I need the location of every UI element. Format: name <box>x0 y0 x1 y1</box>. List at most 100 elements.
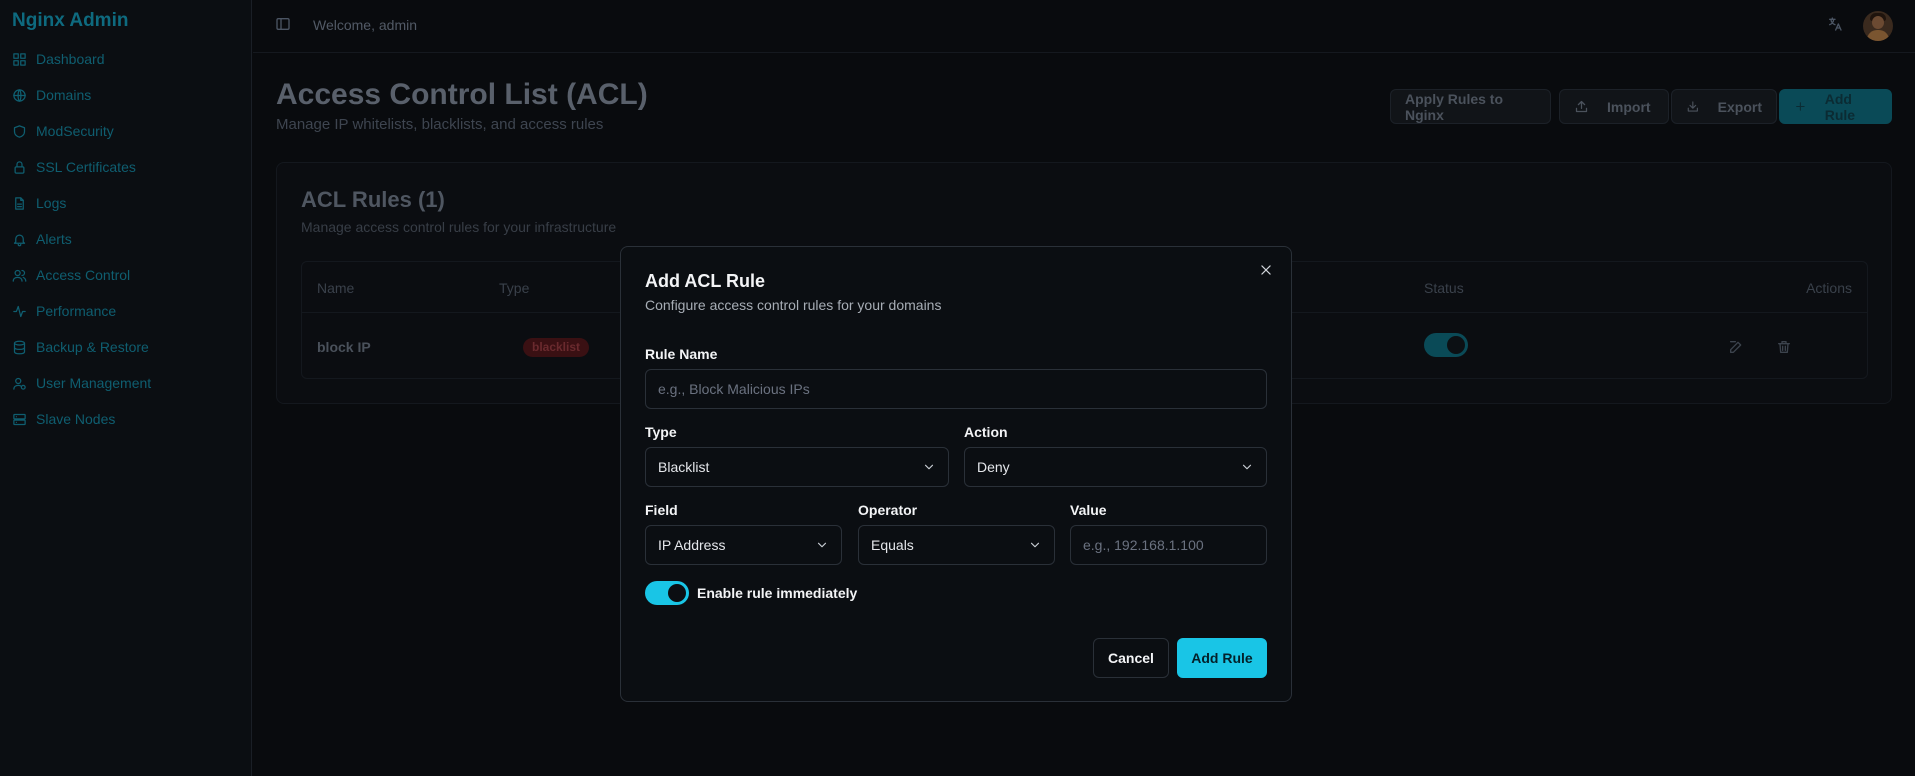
trash-icon <box>1778 341 1790 353</box>
value-input[interactable] <box>1070 525 1267 565</box>
field-select[interactable]: IP Address <box>645 525 842 565</box>
column-header-status: Status <box>1424 280 1464 296</box>
bell-icon <box>13 234 26 246</box>
dialog-title: Add ACL Rule <box>645 271 765 291</box>
column-header-type: Type <box>499 280 530 296</box>
type-label: Type <box>645 424 677 440</box>
globe-icon <box>13 88 26 102</box>
upload-icon <box>1575 100 1588 113</box>
field-label: Field <box>645 502 678 518</box>
sidebar-item-dashboard[interactable]: Dashboard <box>0 41 252 77</box>
card-title: ACL Rules (1) <box>301 187 445 212</box>
user-avatar[interactable] <box>1863 11 1893 41</box>
submit-label: Add Rule <box>1191 650 1253 666</box>
users-icon <box>12 269 27 282</box>
sidebar-nav: Dashboard Domains ModSecurity SSL Certif… <box>0 41 252 437</box>
top-header: Welcome, admin <box>253 0 1915 53</box>
add-rule-label: Add Rule <box>1824 90 1856 123</box>
shield-icon <box>13 124 26 138</box>
rule-name-label: Rule Name <box>645 346 718 362</box>
close-icon <box>1261 265 1271 275</box>
sidebar-item-label: SSL Certificates <box>36 159 136 175</box>
cancel-label: Cancel <box>1108 650 1154 666</box>
action-select-value: Deny <box>977 459 1010 475</box>
page-title: Access Control List (ACL) <box>276 78 648 111</box>
rule-type-badge: blacklist <box>523 338 590 357</box>
sidebar-item-label: Domains <box>36 87 92 103</box>
add-acl-rule-dialog: Add ACL Rule Configure access control ru… <box>620 246 1292 702</box>
sidebar-item-performance[interactable]: Performance <box>0 293 252 329</box>
sidebar-item-alerts[interactable]: Alerts <box>0 221 252 257</box>
sidebar-item-label: Access Control <box>36 267 131 283</box>
edit-rule-button[interactable] <box>1728 339 1744 360</box>
type-select[interactable]: Blacklist <box>645 447 949 487</box>
download-icon <box>1687 101 1698 112</box>
export-label: Export <box>1717 98 1762 115</box>
operator-label: Operator <box>858 502 918 518</box>
rule-name-input[interactable] <box>645 369 1267 409</box>
chevron-down-icon <box>924 464 934 470</box>
sidebar-item-user-management[interactable]: User Management <box>0 365 252 401</box>
sidebar-item-label: Backup & Restore <box>36 339 149 355</box>
welcome-text: Welcome, admin <box>313 17 418 33</box>
add-rule-button[interactable]: Add Rule <box>1779 89 1892 124</box>
server-icon <box>13 413 26 425</box>
sidebar-item-domains[interactable]: Domains <box>0 77 252 113</box>
sidebar-item-label: Alerts <box>36 231 72 247</box>
column-header-actions: Actions <box>1806 280 1852 296</box>
field-select-value: IP Address <box>658 537 726 553</box>
apply-rules-label: Apply Rules to Nginx <box>1405 90 1504 123</box>
card-subtitle: Manage access control rules for your inf… <box>301 219 617 235</box>
action-label: Action <box>964 424 1008 440</box>
operator-select-value: Equals <box>871 537 914 553</box>
user-cog-icon <box>13 377 26 390</box>
import-label: Import <box>1607 98 1651 115</box>
sidebar-item-modsecurity[interactable]: ModSecurity <box>0 113 252 149</box>
operator-select[interactable]: Equals <box>858 525 1055 565</box>
value-label: Value <box>1070 502 1107 518</box>
column-header-name: Name <box>317 280 355 296</box>
cancel-button[interactable]: Cancel <box>1093 638 1169 678</box>
dialog-subtitle: Configure access control rules for your … <box>645 297 942 313</box>
delete-rule-button[interactable] <box>1776 339 1792 360</box>
plus-icon <box>1796 102 1805 111</box>
sidebar-item-backup-restore[interactable]: Backup & Restore <box>0 329 252 365</box>
import-button[interactable]: Import <box>1559 89 1669 124</box>
sidebar-item-label: User Management <box>36 375 152 391</box>
chevron-down-icon <box>817 542 827 548</box>
type-select-value: Blacklist <box>658 459 710 475</box>
action-select[interactable]: Deny <box>964 447 1267 487</box>
sidebar-item-label: Logs <box>36 195 67 211</box>
sidebar-item-access-control[interactable]: Access Control <box>0 257 252 293</box>
enable-rule-label: Enable rule immediately <box>697 585 858 601</box>
grid-icon <box>13 52 26 66</box>
panel-left-icon <box>276 18 290 30</box>
rule-name-cell: block IP <box>317 339 371 355</box>
sidebar-item-ssl-certificates[interactable]: SSL Certificates <box>0 149 252 185</box>
rule-status-toggle[interactable] <box>1424 333 1468 357</box>
edit-icon <box>1730 341 1742 353</box>
enable-rule-switch[interactable] <box>645 581 689 605</box>
sidebar-item-label: Dashboard <box>36 51 105 67</box>
translate-icon <box>1829 17 1842 31</box>
sidebar-item-logs[interactable]: Logs <box>0 185 252 221</box>
language-button[interactable] <box>1827 16 1843 37</box>
sidebar: Nginx Admin Dashboard Domains ModSecurit… <box>0 0 252 776</box>
close-dialog-button[interactable] <box>1259 263 1275 279</box>
brand-title[interactable]: Nginx Admin <box>12 10 128 32</box>
activity-icon <box>13 305 26 317</box>
file-text-icon <box>15 196 24 210</box>
sidebar-item-label: ModSecurity <box>36 123 114 139</box>
chevron-down-icon <box>1242 464 1252 470</box>
sidebar-item-label: Slave Nodes <box>36 411 116 427</box>
lock-icon <box>14 160 25 174</box>
sidebar-item-slave-nodes[interactable]: Slave Nodes <box>0 401 252 437</box>
sidebar-item-label: Performance <box>36 303 117 319</box>
sidebar-toggle-button[interactable] <box>275 16 293 34</box>
submit-add-rule-button[interactable]: Add Rule <box>1177 638 1267 678</box>
apply-rules-button[interactable]: Apply Rules to Nginx <box>1390 89 1551 124</box>
page-subtitle: Manage IP whitelists, blacklists, and ac… <box>276 116 604 133</box>
chevron-down-icon <box>1030 542 1040 548</box>
database-icon <box>13 340 26 354</box>
export-button[interactable]: Export <box>1671 89 1777 124</box>
